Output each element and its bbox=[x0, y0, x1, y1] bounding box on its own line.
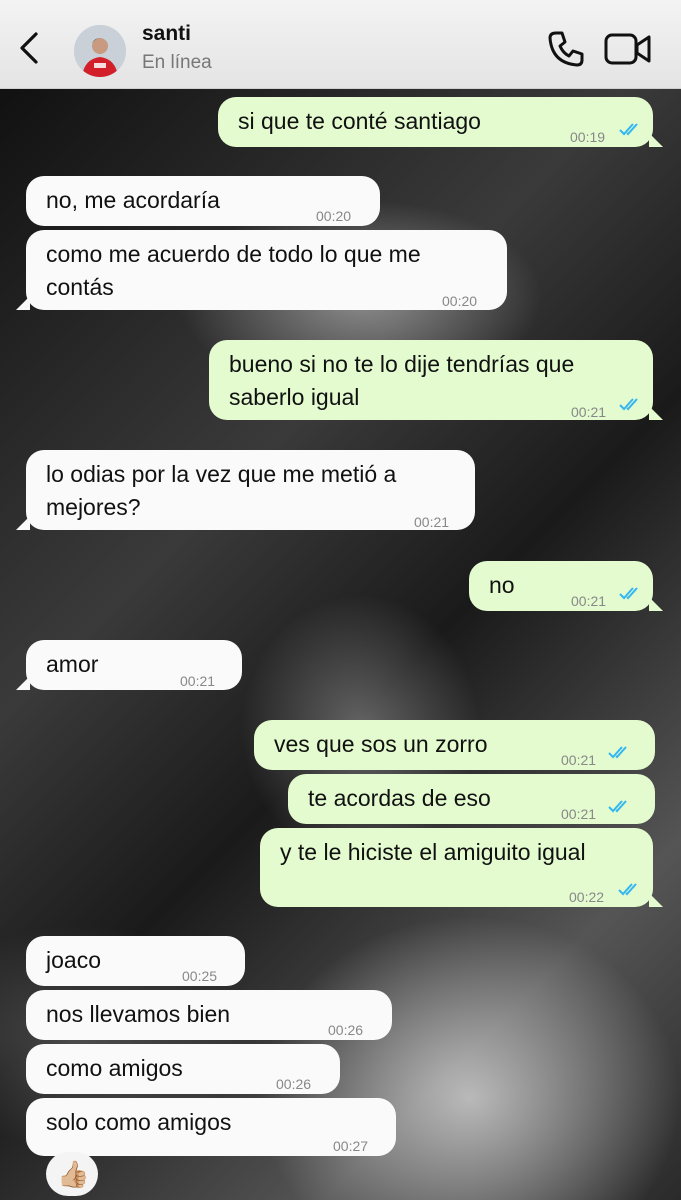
video-call-icon[interactable] bbox=[604, 31, 652, 67]
chat-header: santi En línea bbox=[0, 0, 681, 89]
message-time: 00:21 bbox=[571, 404, 607, 420]
back-chevron-icon[interactable] bbox=[16, 30, 44, 66]
message-bubble-incoming[interactable]: nos llevamos bien 00:26 bbox=[26, 990, 392, 1040]
message-time: 00:21 bbox=[571, 593, 607, 609]
bubble-tail bbox=[649, 597, 663, 611]
contact-avatar[interactable] bbox=[74, 25, 126, 77]
message-bubble-incoming[interactable]: joaco 00:25 bbox=[26, 936, 245, 986]
message-bubble-incoming[interactable]: amor 00:21 bbox=[26, 640, 242, 690]
bubble-tail bbox=[649, 406, 663, 420]
bubble-tail bbox=[16, 676, 30, 690]
message-bubble-outgoing[interactable]: ves que sos un zorro 00:21 bbox=[254, 720, 655, 770]
message-text: no, me acordaría bbox=[46, 187, 220, 213]
message-bubble-incoming[interactable]: solo como amigos 00:27 bbox=[26, 1098, 396, 1156]
message-text: te acordas de eso bbox=[308, 785, 491, 811]
message-bubble-incoming[interactable]: como me acuerdo de todo lo que me contás… bbox=[26, 230, 507, 310]
message-text: joaco bbox=[46, 947, 101, 973]
message-time: 00:26 bbox=[328, 1022, 364, 1038]
message-text: solo como amigos bbox=[46, 1109, 232, 1135]
message-time: 00:20 bbox=[316, 208, 352, 224]
message-text: amor bbox=[46, 651, 99, 677]
read-receipt-icon bbox=[619, 123, 638, 136]
read-receipt-icon bbox=[619, 398, 638, 411]
message-text: no bbox=[489, 572, 515, 598]
contact-name[interactable]: santi bbox=[142, 22, 191, 46]
message-text: si que te conté santiago bbox=[238, 108, 481, 134]
message-time: 00:27 bbox=[333, 1138, 369, 1154]
message-time: 00:19 bbox=[570, 129, 606, 145]
message-bubble-outgoing[interactable]: y te le hiciste el amiguito igual 00:22 bbox=[260, 828, 653, 907]
bubble-tail bbox=[16, 516, 30, 530]
message-bubble-outgoing[interactable]: no 00:21 bbox=[469, 561, 653, 611]
message-text: como me acuerdo de todo lo que me contás bbox=[46, 241, 421, 300]
message-time: 00:20 bbox=[442, 293, 478, 309]
message-bubble-outgoing[interactable]: bueno si no te lo dije tendrías que sabe… bbox=[209, 340, 653, 420]
read-receipt-icon bbox=[608, 746, 627, 759]
read-receipt-icon bbox=[619, 587, 638, 600]
message-time: 00:25 bbox=[182, 968, 218, 984]
message-bubble-outgoing[interactable]: te acordas de eso 00:21 bbox=[288, 774, 655, 824]
message-time: 00:21 bbox=[561, 752, 597, 768]
message-time: 00:26 bbox=[276, 1076, 312, 1092]
message-reaction[interactable]: 👍🏼 bbox=[46, 1152, 98, 1196]
phone-icon[interactable] bbox=[546, 29, 586, 69]
message-bubble-incoming[interactable]: como amigos 00:26 bbox=[26, 1044, 340, 1094]
bubble-tail bbox=[16, 296, 30, 310]
message-time: 00:21 bbox=[414, 514, 450, 530]
message-bubble-incoming[interactable]: lo odias por la vez que me metió a mejor… bbox=[26, 450, 475, 530]
message-time: 00:21 bbox=[561, 806, 597, 822]
read-receipt-icon bbox=[608, 800, 627, 813]
message-time: 00:22 bbox=[569, 889, 605, 905]
read-receipt-icon bbox=[618, 883, 637, 896]
message-text: bueno si no te lo dije tendrías que sabe… bbox=[229, 351, 575, 410]
message-text: como amigos bbox=[46, 1055, 183, 1081]
message-text: lo odias por la vez que me metió a mejor… bbox=[46, 461, 397, 520]
thumbs-up-icon: 👍🏼 bbox=[57, 1159, 90, 1189]
message-text: nos llevamos bien bbox=[46, 1001, 231, 1027]
message-bubble-outgoing[interactable]: si que te conté santiago 00:19 bbox=[218, 97, 653, 147]
message-text: y te le hiciste el amiguito igual bbox=[280, 839, 586, 865]
bubble-tail bbox=[649, 133, 663, 147]
message-text: ves que sos un zorro bbox=[274, 731, 488, 757]
message-bubble-incoming[interactable]: no, me acordaría 00:20 bbox=[26, 176, 380, 226]
contact-status: En línea bbox=[142, 52, 212, 73]
message-time: 00:21 bbox=[180, 673, 216, 689]
bubble-tail bbox=[649, 893, 663, 907]
